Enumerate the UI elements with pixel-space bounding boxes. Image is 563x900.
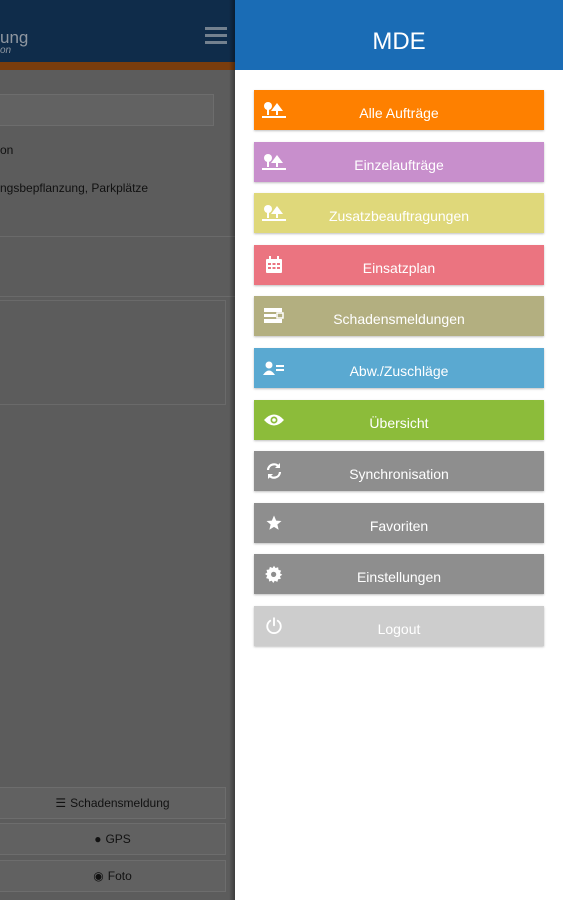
background-subtitle: on (0, 45, 12, 56)
hamburger-menu-icon[interactable] (205, 27, 227, 48)
menu-item-einstellungen[interactable]: Einstellungen (254, 554, 544, 595)
menu-item-label: Synchronisation (349, 466, 449, 483)
background-header-accent (0, 62, 235, 70)
menu-item-label: Übersicht (369, 414, 429, 431)
button-label: Foto (107, 869, 132, 883)
background-search-field[interactable] (0, 94, 214, 126)
divider (0, 296, 235, 297)
button-label: GPS (105, 832, 131, 846)
menu-item-label: Abw./Zuschläge (349, 363, 449, 379)
menu-item-label: Logout (377, 621, 421, 637)
menu-item-favoriten[interactable]: Favoriten (254, 502, 544, 543)
menu-item-einzelaufträge[interactable]: Einzelaufträge (254, 141, 544, 182)
menu-item-zusatzbeauftragungen[interactable]: Zusatzbeauftragungen (254, 193, 544, 234)
menu-item-label: Schadensmeldungen (333, 311, 465, 328)
menu-item-label: Einzelaufträge (354, 156, 444, 173)
menu-item-label: Zusatzbeauftragungen (328, 208, 470, 225)
background-header: ung on (0, 0, 235, 62)
background-text-2: ngsbepflanzung, Parkplätze (0, 181, 149, 195)
menu-item-übersicht[interactable]: Übersicht (254, 399, 544, 440)
background-text-1: on (0, 143, 14, 157)
background-gps-button[interactable]: ● GPS (0, 823, 226, 855)
menu-item-label: Einsatzplan (362, 259, 436, 276)
report-icon: ☰ (55, 796, 67, 810)
menu-item-logout[interactable]: Logout (254, 606, 544, 646)
menu-item-label: Alle Aufträge (359, 105, 439, 121)
divider (0, 236, 235, 237)
background-photo-button[interactable]: ◉ Foto (0, 860, 226, 892)
menu-item-einsatzplan[interactable]: Einsatzplan (254, 244, 544, 285)
background-app: ung on on ngsbepflanzung, Parkplätze ☰ Sc… (0, 0, 235, 900)
drawer-header: MDE (235, 0, 563, 70)
navigation-drawer: MDE Alle Aufträge Einzelaufträge Zusatzbea… (235, 0, 563, 900)
camera-icon: ◉ (93, 869, 104, 883)
button-label: Schadensmeldung (70, 796, 170, 810)
menu-item-label: Einstellungen (356, 569, 442, 586)
menu-item-synchronisation[interactable]: Synchronisation (254, 451, 544, 492)
menu-item-abw-zuschläge[interactable]: Abw./Zuschläge (254, 348, 544, 388)
background-content-box (0, 300, 226, 405)
menu-item-alle-aufträge[interactable]: Alle Aufträge (254, 90, 544, 130)
menu-item-label: Favoriten (369, 517, 429, 534)
background-report-button[interactable]: ☰ Schadensmeldung (0, 787, 226, 819)
globe-icon: ● (94, 832, 102, 846)
drawer-title: MDE (372, 28, 426, 55)
menu-item-schadensmeldungen[interactable]: Schadensmeldungen (254, 296, 544, 337)
